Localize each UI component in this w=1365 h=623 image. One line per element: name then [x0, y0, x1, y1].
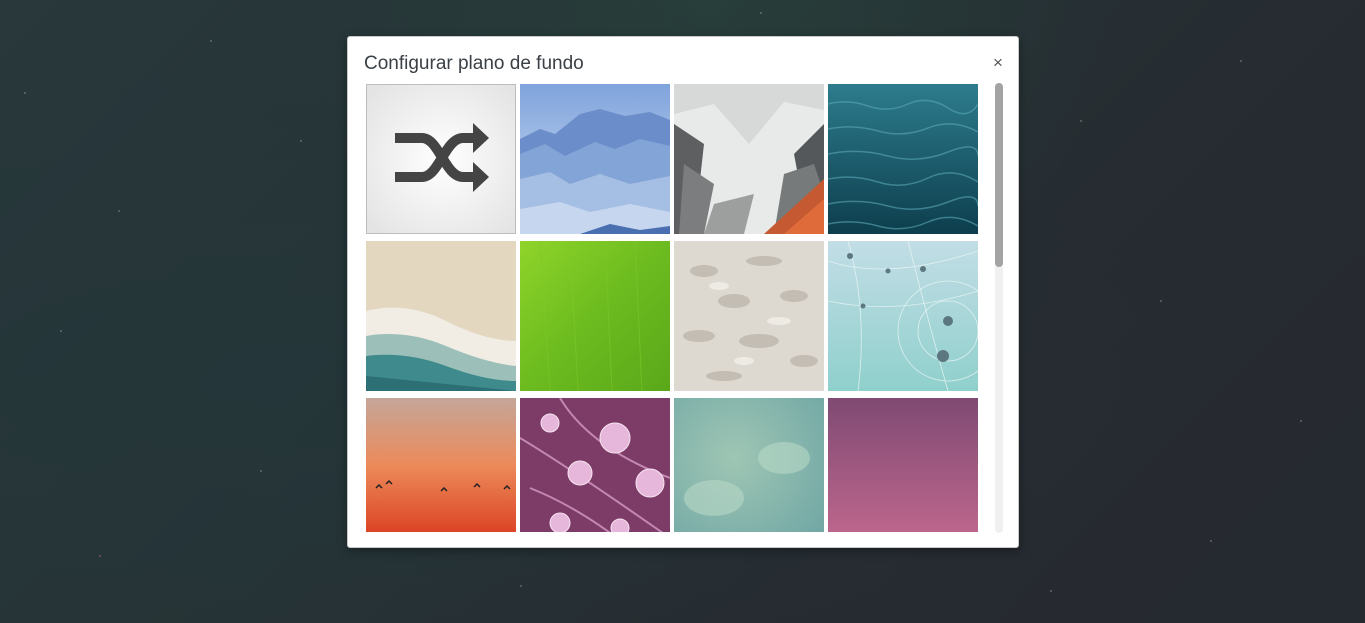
background-option-green-leaf[interactable]: [520, 241, 670, 391]
background-option-ocean-water[interactable]: [828, 84, 978, 234]
shuffle-icon: [367, 85, 515, 233]
background-settings-dialog: Configurar plano de fundo ×: [347, 36, 1019, 548]
dialog-title: Configurar plano de fundo: [364, 53, 584, 74]
background-option-sunset-birds[interactable]: [366, 398, 516, 532]
background-option-shuffle[interactable]: [366, 84, 516, 234]
background-option-green-texture[interactable]: [674, 398, 824, 532]
background-option-blue-mountains[interactable]: [520, 84, 670, 234]
scrollbar-thumb[interactable]: [995, 83, 1003, 267]
background-option-beach-waves[interactable]: [366, 241, 516, 391]
background-option-snowy-valley[interactable]: [674, 84, 824, 234]
background-option-sand-texture[interactable]: [674, 241, 824, 391]
background-option-purple-leaf-drops[interactable]: [520, 398, 670, 532]
background-grid: [364, 83, 980, 532]
background-option-purple-gradient[interactable]: [828, 398, 978, 532]
background-option-dew-web[interactable]: [828, 241, 978, 391]
close-button[interactable]: ×: [990, 54, 1006, 72]
scrollbar[interactable]: [995, 83, 1003, 533]
